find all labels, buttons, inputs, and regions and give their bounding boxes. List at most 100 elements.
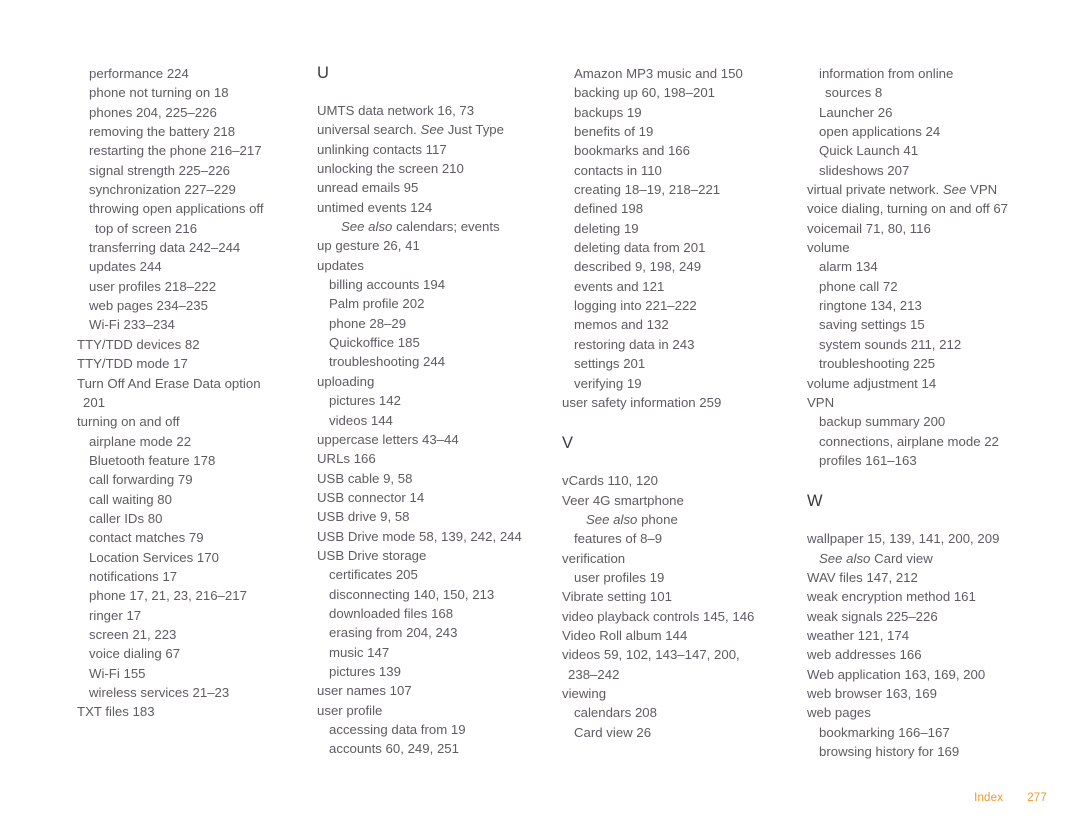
- index-entry: weak encryption method 161: [807, 589, 976, 605]
- index-entry: contact matches 79: [89, 530, 204, 546]
- index-entry: phones 204, 225–226: [89, 104, 217, 120]
- index-entry: backups 19: [574, 104, 642, 120]
- index-entry: creating 18–19, 218–221: [574, 182, 721, 198]
- index-entry: accessing data from 19: [329, 722, 466, 737]
- index-entry: Video Roll album 144: [562, 627, 688, 643]
- index-entry: restoring data in 243: [574, 336, 695, 352]
- footer-section-label: Index: [974, 792, 1004, 804]
- index-entry: updates 244: [89, 259, 162, 275]
- index-entry: VPN: [807, 394, 835, 410]
- index-entry: defined 198: [574, 201, 644, 217]
- index-entry: erasing from 204, 243: [329, 625, 458, 641]
- index-entry: videos 59, 102, 143–147, 200,: [562, 647, 740, 663]
- index-entry: removing the battery 218: [89, 124, 236, 140]
- index-entry: troubleshooting 225: [819, 356, 936, 372]
- index-entry: deleting 19: [574, 220, 639, 236]
- index-entry: web addresses 166: [807, 647, 922, 663]
- index-entry: TXT files 183: [77, 704, 155, 720]
- index-entry: ringer 17: [89, 607, 142, 623]
- index-entry: verifying 19: [574, 375, 642, 391]
- index-entry: features of 8–9: [574, 531, 663, 547]
- index-entry: verification: [562, 550, 626, 566]
- index-entry: saving settings 15: [819, 317, 925, 333]
- index-column-1: performance 224 phone not turning on 18 ph…: [77, 64, 309, 722]
- index-entry: weak signals 225–226: [807, 608, 938, 624]
- footer-page-number: 277: [1027, 792, 1047, 804]
- index-entry: Bluetooth feature 178: [89, 452, 216, 468]
- index-entry: top of screen 216: [95, 220, 198, 236]
- index-entry: untimed events 124: [317, 199, 433, 215]
- index-entry: phone 17, 21, 23, 216–217: [89, 588, 247, 604]
- index-entry: logging into 221–222: [574, 298, 697, 314]
- index-entry: screen 21, 223: [89, 626, 177, 642]
- index-entry: alarm 134: [819, 259, 878, 275]
- index-entry: up gesture 26, 41: [317, 238, 420, 254]
- heading-spacer: [807, 511, 1039, 529]
- index-entry: turning on and off: [77, 414, 180, 430]
- index-entry: user names 107: [317, 683, 412, 699]
- index-entry: virtual private network. See VPN: [807, 182, 998, 198]
- index-entry: video playback controls 145, 146: [562, 608, 755, 624]
- index-entry: uploading: [317, 373, 375, 389]
- index-entry: phone call 72: [819, 278, 898, 294]
- index-column-2: U UMTS data network 16, 73 universal searc…: [317, 64, 549, 759]
- index-entry: web pages 234–235: [89, 298, 208, 314]
- index-entry: Wi-Fi 155: [89, 665, 146, 681]
- index-entry: slideshows 207: [819, 162, 910, 178]
- heading-spacer: [317, 83, 549, 101]
- index-column-3: Amazon MP3 music and 150 backing up 60, 1…: [562, 64, 794, 742]
- index-entry: Quick Launch 41: [819, 143, 919, 159]
- index-entry: deleting data from 201: [574, 240, 706, 256]
- index-entry: benefits of 19: [574, 124, 654, 140]
- index-entry: music 147: [329, 644, 390, 660]
- index-entry: sources 8: [825, 85, 883, 101]
- index-entry: uppercase letters 43–44: [317, 431, 459, 447]
- index-entry: airplane mode 22: [89, 433, 192, 449]
- letter-heading-u: U: [317, 64, 330, 82]
- index-page: performance 224 phone not turning on 18 ph…: [0, 0, 1080, 834]
- index-entry: See also Card view: [819, 550, 933, 566]
- heading-spacer: [562, 453, 794, 471]
- index-entry: Quickoffice 185: [329, 335, 420, 351]
- see-also-label: See also: [819, 550, 871, 566]
- index-entry: Veer 4G smartphone: [562, 492, 684, 508]
- see-also-label: See: [942, 182, 967, 198]
- index-entry: disconnecting 140, 150, 213: [329, 586, 495, 602]
- index-column-4: information from online sources 8 Launcher…: [807, 64, 1039, 761]
- index-entry: WAV files 147, 212: [807, 569, 918, 585]
- index-entry: calendars 208: [574, 705, 657, 721]
- index-entry: phone not turning on 18: [89, 85, 229, 101]
- index-entry: unlinking contacts 117: [317, 141, 447, 157]
- index-entry: user safety information 259: [562, 394, 722, 410]
- index-entry: UMTS data network 16, 73: [317, 103, 475, 118]
- index-entry: Amazon MP3 music and 150: [574, 66, 743, 81]
- index-entry: Vibrate setting 101: [562, 589, 672, 605]
- index-entry: voicemail 71, 80, 116: [807, 220, 931, 236]
- index-entry: user profiles 218–222: [89, 278, 217, 294]
- index-entry: memos and 132: [574, 317, 669, 333]
- index-entry: USB Drive storage: [317, 547, 427, 563]
- index-entry: call waiting 80: [89, 491, 172, 507]
- index-entry: web browser 163, 169: [807, 685, 937, 701]
- index-entry: user profiles 19: [574, 569, 665, 585]
- index-entry: pictures 142: [329, 393, 401, 409]
- index-entry: connections, airplane mode 22: [819, 433, 999, 449]
- index-entry: accounts 60, 249, 251: [329, 741, 459, 757]
- footer-inner: Index 277: [974, 791, 1047, 805]
- index-entry: Palm profile 202: [329, 296, 425, 312]
- index-entry: system sounds 211, 212: [819, 336, 962, 352]
- index-entry: open applications 24: [819, 124, 941, 140]
- index-entry: wireless services 21–23: [89, 685, 230, 700]
- index-entry: caller IDs 80: [89, 510, 163, 526]
- index-entry: pictures 139: [329, 663, 401, 679]
- index-entry: bookmarks and 166: [574, 143, 690, 159]
- index-columns: performance 224 phone not turning on 18 ph…: [0, 0, 1080, 834]
- index-entry: USB Drive mode 58, 139, 242, 244: [317, 528, 522, 544]
- index-entry: unlocking the screen 210: [317, 161, 464, 177]
- index-entry: profiles 161–163: [819, 452, 917, 468]
- index-entry: TTY/TDD mode 17: [77, 356, 188, 372]
- index-entry: See also phone: [586, 511, 678, 527]
- letter-heading-w: W: [807, 492, 823, 511]
- index-entry: signal strength 225–226: [89, 162, 231, 178]
- index-entry: troubleshooting 244: [329, 354, 446, 370]
